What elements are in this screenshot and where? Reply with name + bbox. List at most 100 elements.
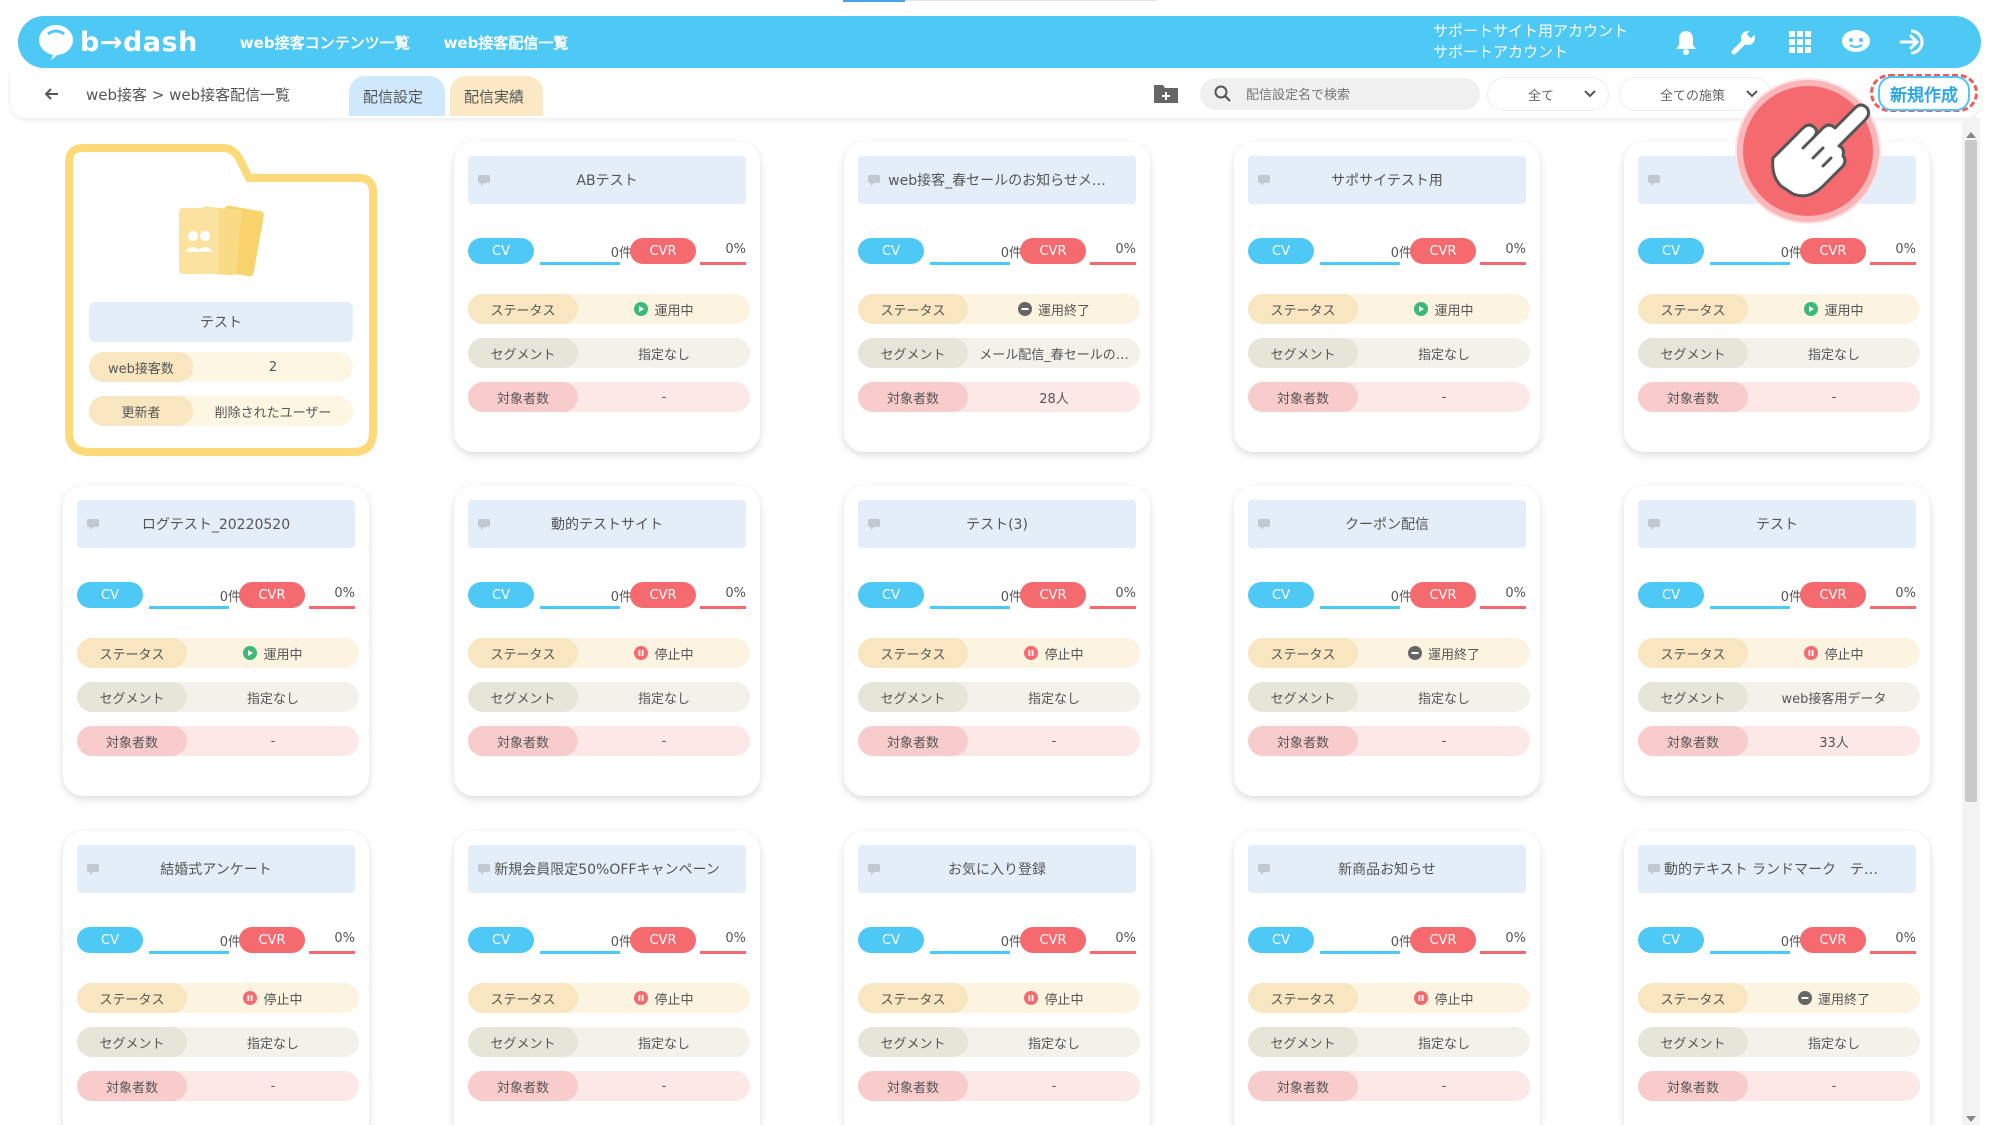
delivery-card[interactable]: 新規会員限定50%OFFキャンペーン CV 0件 CVR 0% ステータス 停止中 セグメント… — [454, 831, 760, 1125]
tab-delivery-results[interactable]: 配信実績 — [450, 76, 543, 116]
add-folder-icon[interactable] — [1153, 82, 1179, 104]
bell-icon[interactable] — [1670, 26, 1702, 58]
delivery-card[interactable]: 結婚式アンケート CV 0件 CVR 0% ステータス 停止中 セグメント 指定なし 対象者数 - — [63, 831, 369, 1125]
status-label: ステータス — [468, 294, 578, 324]
wrench-icon[interactable] — [1728, 26, 1760, 58]
account-info[interactable]: サポートサイト用アカウント サポートアカウント — [1433, 21, 1628, 63]
page-scrollbar[interactable] — [1962, 118, 1980, 1125]
cv-underline — [540, 606, 620, 609]
cv-value: 0件 — [1780, 246, 1802, 261]
target-row: 対象者数 28人 — [858, 382, 1140, 412]
message-icon — [867, 173, 881, 187]
cv-underline — [149, 951, 229, 954]
status-row: ステータス 運用終了 — [1248, 638, 1530, 668]
status-value: 停止中 — [578, 638, 750, 668]
segment-row: セグメント 指定なし — [1248, 338, 1530, 368]
search-input[interactable] — [1246, 78, 1466, 110]
scroll-up-icon[interactable] — [1966, 124, 1976, 138]
cv-underline — [1710, 951, 1790, 954]
delivery-card[interactable]: web接客_春セールのお知らせメ… CV 0件 CVR 0% ステータス 運用終了 セグメント… — [844, 142, 1150, 452]
target-row: 対象者数 - — [468, 1071, 750, 1101]
cvr-badge: CVR — [1410, 238, 1476, 264]
cvr-underline — [1480, 262, 1526, 265]
segment-label: セグメント — [1248, 1027, 1358, 1057]
delivery-card[interactable]: 新商品お知らせ CV 0件 CVR 0% ステータス 停止中 セグメント 指定なし 対象者数 - — [1234, 831, 1540, 1125]
status-value: 運用終了 — [1358, 638, 1530, 668]
delivery-card[interactable]: クーポン配信 CV 0件 CVR 0% ステータス 運用終了 セグメント 指定なし 対象者数 - — [1234, 486, 1540, 796]
target-label: 対象者数 — [1638, 1071, 1748, 1101]
logo[interactable]: b→dash — [36, 16, 198, 68]
segment-row: セグメント 指定なし — [1638, 1027, 1920, 1057]
folder-updater-label: 更新者 — [89, 396, 193, 426]
segment-value: web接客用データ — [1781, 691, 1887, 707]
cvr-underline — [1870, 262, 1916, 265]
status-text: 停止中 — [1824, 647, 1864, 663]
message-icon — [1257, 517, 1271, 531]
delivery-card[interactable]: テスト(3) CV 0件 CVR 0% ステータス 停止中 セグメント 指定なし 対象者数 - — [844, 486, 1150, 796]
scrollbar-thumb[interactable] — [1965, 140, 1977, 802]
cv-badge: CV — [1248, 238, 1314, 264]
cv-value: 0件 — [1000, 590, 1022, 605]
cvr-underline — [1090, 262, 1136, 265]
delivery-card[interactable]: お気に入り登録 CV 0件 CVR 0% ステータス 停止中 セグメント 指定なし 対象者数 - — [844, 831, 1150, 1125]
cv-value: 0件 — [1390, 246, 1412, 261]
logout-icon[interactable] — [1898, 26, 1930, 58]
card-title-text: web接客_春セールのお知らせメ… — [888, 173, 1106, 189]
segment-row: セグメント 指定なし — [1638, 338, 1920, 368]
tab-delivery-settings[interactable]: 配信設定 — [349, 76, 445, 116]
nav-web-contents[interactable]: web接客コンテンツ一覧 — [240, 32, 410, 53]
status-row: ステータス 停止中 — [858, 983, 1140, 1013]
cv-value: 0件 — [1000, 246, 1022, 261]
segment-row: セグメント 指定なし — [77, 682, 359, 712]
folder-card[interactable]: テスト web接客数 2 更新者 削除されたユーザー — [63, 142, 379, 458]
support-chat-icon[interactable] — [1840, 26, 1872, 58]
breadcrumb[interactable]: web接客 > web接客配信一覧 — [86, 84, 290, 105]
filter-all-select[interactable]: 全て — [1488, 78, 1608, 110]
delivery-card[interactable]: 動的テストサイト CV 0件 CVR 0% ステータス 停止中 セグメント 指定なし 対象者数 - — [454, 486, 760, 796]
segment-row: セグメント 指定なし — [468, 1027, 750, 1057]
card-title: お気に入り登録 — [858, 845, 1136, 893]
status-label: ステータス — [1248, 638, 1358, 668]
delivery-card[interactable]: サポサイテスト用 CV 0件 CVR 0% ステータス 運用中 セグメント 指定なし 対象者数 - — [1234, 142, 1540, 452]
delivery-card[interactable]: テスト CV 0件 CVR 0% ステータス 停止中 セグメント web接客用データ 対象者数 33… — [1624, 486, 1930, 796]
status-text: 運用終了 — [1817, 992, 1870, 1008]
delivery-card[interactable]: ログテスト_20220520 CV 0件 CVR 0% ステータス 運用中 セグメント 指定なし… — [63, 486, 369, 796]
minus-circle-icon — [1407, 646, 1428, 660]
target-row: 対象者数 33人 — [1638, 726, 1920, 756]
status-value: 停止中 — [1358, 983, 1530, 1013]
message-icon — [477, 517, 491, 531]
cvr-badge: CVR — [630, 238, 696, 264]
cv-badge: CV — [858, 582, 924, 608]
cv-badge: CV — [1638, 582, 1704, 608]
cvr-badge: CVR — [1020, 927, 1086, 953]
target-row: 対象者数 - — [1248, 1071, 1530, 1101]
toolbar: web接客 > web接客配信一覧 配信設定 配信実績 全て 全ての施策 新規作… — [10, 70, 1980, 118]
cvr-badge: CVR — [1410, 582, 1476, 608]
target-label: 対象者数 — [858, 726, 968, 756]
segment-row: セグメント 指定なし — [468, 682, 750, 712]
logo-balloon-icon — [36, 23, 76, 61]
new-create-button[interactable]: 新規作成 — [1870, 74, 1978, 112]
folder-web-count-value: 2 — [268, 359, 278, 375]
card-title: 動的テストサイト — [468, 500, 746, 548]
cv-badge: CV — [858, 927, 924, 953]
folder-files-icon — [173, 202, 269, 278]
status-text: 停止中 — [1044, 647, 1084, 663]
grid-icon[interactable] — [1784, 26, 1816, 58]
cvr-badge: CVR — [630, 582, 696, 608]
segment-label: セグメント — [77, 1027, 187, 1057]
delivery-card[interactable]: 動的テキスト ランドマーク テスト CV 0件 CVR 0% ステータス 運用終了 セグメント… — [1624, 831, 1930, 1125]
target-label: 対象者数 — [77, 1071, 187, 1101]
cvr-value: 0% — [334, 586, 355, 601]
cvr-underline — [1870, 951, 1916, 954]
scroll-down-icon[interactable] — [1966, 1108, 1976, 1122]
cvr-value: 0% — [725, 931, 746, 946]
target-label: 対象者数 — [1638, 382, 1748, 412]
cvr-underline — [1870, 606, 1916, 609]
target-value: - — [1831, 389, 1837, 405]
target-value: - — [1831, 1078, 1837, 1094]
segment-row: セグメント 指定なし — [858, 682, 1140, 712]
back-arrow-icon[interactable] — [40, 82, 64, 106]
delivery-card[interactable]: ABテスト CV 0件 CVR 0% ステータス 運用中 セグメント 指定なし 対象者数 - — [454, 142, 760, 452]
nav-web-delivery[interactable]: web接客配信一覧 — [444, 32, 569, 53]
